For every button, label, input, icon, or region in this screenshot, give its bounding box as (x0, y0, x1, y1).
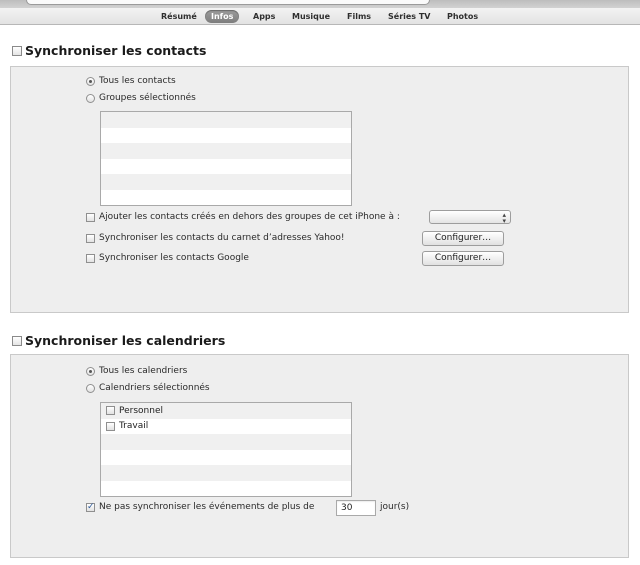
no-sync-old-events-label: Ne pas synchroniser les événements de pl… (99, 502, 315, 512)
calendar-item-label: Travail (119, 421, 149, 432)
tab-infos[interactable]: Infos (205, 10, 240, 23)
tab-photos[interactable]: Photos (447, 10, 478, 23)
tab-series-tv[interactable]: Séries TV (388, 10, 431, 23)
calendars-list[interactable]: Personnel Travail (100, 402, 352, 497)
list-item (101, 112, 351, 128)
radio-indicator[interactable] (86, 383, 95, 393)
google-sync-row[interactable]: Synchroniser les contacts Google (86, 253, 249, 263)
list-item (101, 480, 351, 496)
no-sync-old-events-checkbox[interactable]: ✓ (86, 502, 95, 512)
radio-all-contacts-label: Tous les contacts (99, 76, 176, 86)
tab-resume[interactable]: Résumé (161, 10, 197, 23)
add-contacts-checkbox[interactable] (86, 212, 95, 222)
list-item (101, 449, 351, 465)
list-item (101, 189, 351, 205)
configure-google-button[interactable]: Configurer… (422, 251, 504, 266)
sync-calendars-checkbox[interactable] (12, 335, 22, 346)
add-contacts-group-select[interactable]: ▴ ▾ (429, 210, 511, 225)
list-item (101, 174, 351, 190)
radio-all-calendars[interactable]: Tous les calendriers (86, 366, 187, 376)
contacts-section-title: Synchroniser les contacts (25, 43, 207, 58)
calendars-section-title: Synchroniser les calendriers (25, 333, 226, 348)
list-item (101, 143, 351, 159)
list-item[interactable]: Personnel (101, 403, 351, 419)
radio-indicator[interactable] (86, 93, 95, 103)
search-field-edge[interactable] (26, 0, 430, 5)
sync-contacts-checkbox[interactable] (12, 45, 22, 56)
google-sync-label: Synchroniser les contacts Google (99, 253, 249, 263)
radio-all-contacts[interactable]: Tous les contacts (86, 76, 176, 86)
top-strip (0, 0, 640, 8)
tab-apps[interactable]: Apps (253, 10, 275, 23)
yahoo-sync-checkbox[interactable] (86, 233, 95, 243)
list-item (101, 127, 351, 143)
calendars-section-header: Synchroniser les calendriers (12, 333, 225, 348)
contact-groups-list[interactable] (100, 111, 352, 206)
list-item (101, 434, 351, 450)
add-contacts-row[interactable]: Ajouter les contacts créés en dehors des… (86, 212, 400, 222)
select-arrows-icon: ▴ ▾ (502, 211, 506, 225)
calendar-checkbox[interactable] (106, 406, 115, 416)
radio-selected-groups[interactable]: Groupes sélectionnés (86, 93, 196, 103)
radio-selected-indicator[interactable] (86, 76, 95, 86)
days-unit-row: jour(s) (380, 502, 409, 512)
radio-all-calendars-label: Tous les calendriers (99, 366, 188, 376)
configure-yahoo-button[interactable]: Configurer… (422, 231, 504, 246)
tab-musique[interactable]: Musique (292, 10, 330, 23)
yahoo-sync-row[interactable]: Synchroniser les contacts du carnet d’ad… (86, 233, 345, 243)
google-sync-checkbox[interactable] (86, 253, 95, 263)
calendar-checkbox[interactable] (106, 421, 115, 431)
calendar-item-label: Personnel (119, 405, 163, 416)
tab-films[interactable]: Films (347, 10, 371, 23)
contacts-section-header: Synchroniser les contacts (12, 43, 206, 58)
list-item (101, 158, 351, 174)
list-item (101, 465, 351, 481)
yahoo-sync-label: Synchroniser les contacts du carnet d’ad… (99, 233, 345, 243)
radio-selected-indicator[interactable] (86, 366, 95, 376)
add-contacts-label: Ajouter les contacts créés en dehors des… (99, 212, 400, 222)
days-unit-label: jour(s) (380, 502, 410, 512)
no-sync-old-events-row[interactable]: ✓ Ne pas synchroniser les événements de … (86, 502, 314, 512)
radio-selected-calendars[interactable]: Calendriers sélectionnés (86, 383, 210, 393)
days-input[interactable]: 30 (336, 500, 376, 516)
radio-selected-calendars-label: Calendriers sélectionnés (99, 383, 210, 393)
tab-bar: Résumé Infos Apps Musique Films Séries T… (0, 8, 640, 25)
radio-selected-groups-label: Groupes sélectionnés (99, 93, 196, 103)
list-item[interactable]: Travail (101, 418, 351, 434)
